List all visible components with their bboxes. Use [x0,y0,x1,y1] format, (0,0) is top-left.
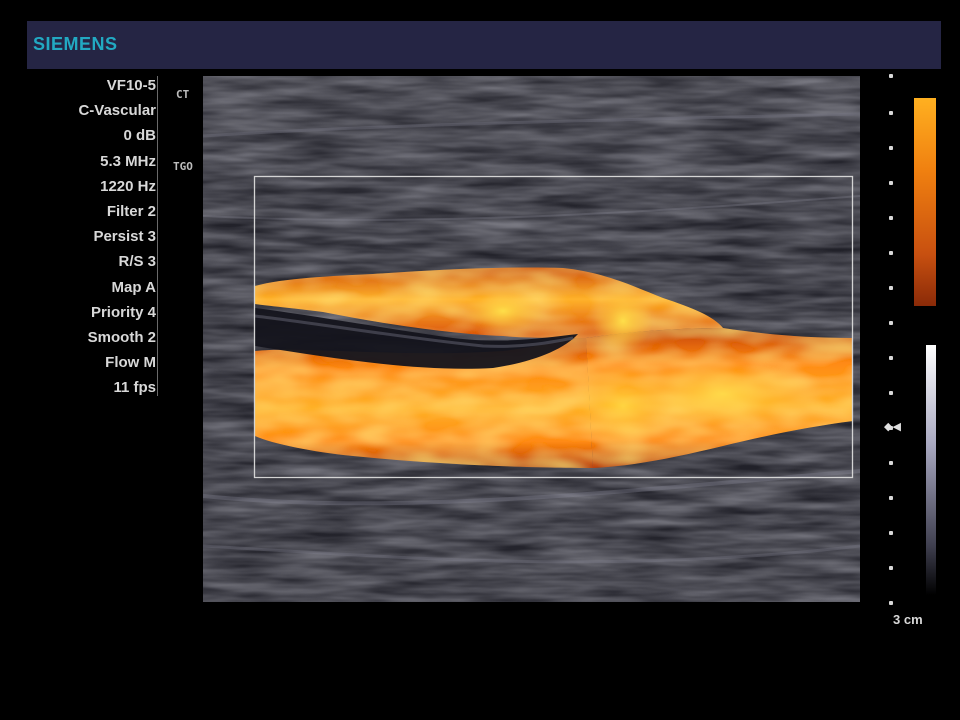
param-gain: 0 dB [123,127,156,145]
param-transducer: VF10-5 [106,77,156,94]
depth-scale: ◆◀ [884,70,904,610]
param-rs: R/S 3 [118,253,156,271]
param-fps: 11 fps [113,379,156,397]
depth-tick [889,181,893,185]
grayscale-bar [926,345,936,595]
depth-tick [889,111,893,115]
param-smooth: Smooth 2 [87,328,156,346]
depth-tick [889,216,893,220]
depth-tick [889,566,893,570]
param-filter: Filter 2 [106,202,156,220]
depth-tick [889,496,893,500]
depth-tick [889,356,893,360]
ultrasound-image [203,76,860,602]
depth-tick [889,286,893,290]
header-bar: SIEMENS [27,21,941,69]
tgo-indicator: TGO [173,160,193,173]
depth-tick [889,391,893,395]
param-flow: Flow M [105,354,156,372]
param-frequency: 5.3 MHz [100,152,156,170]
param-prf: 1220 Hz [100,177,156,195]
depth-tick [889,321,893,325]
parameter-divider [157,76,158,396]
depth-tick [889,251,893,255]
depth-tick [889,601,893,605]
color-flow-bar [914,98,936,306]
param-preset: C-Vascular [78,102,156,120]
focus-marker-icon[interactable]: ◆◀ [884,421,901,433]
brand-logo: SIEMENS [33,34,118,54]
depth-tick [889,146,893,150]
param-persist: Persist 3 [93,228,156,246]
depth-tick [889,531,893,535]
param-map: Map A [111,278,156,296]
depth-label: 3 cm [893,612,923,627]
depth-tick [889,74,893,78]
ultrasound-screen: SIEMENS VF10-5 C-Vascular 0 dB 5.3 MHz 1… [0,0,960,720]
parameter-list: VF10-5 C-Vascular 0 dB 5.3 MHz 1220 Hz F… [20,73,156,400]
param-priority: Priority 4 [90,303,156,321]
ct-icon: CT [176,88,190,101]
ultrasound-image-svg [203,76,860,602]
depth-tick [889,461,893,465]
